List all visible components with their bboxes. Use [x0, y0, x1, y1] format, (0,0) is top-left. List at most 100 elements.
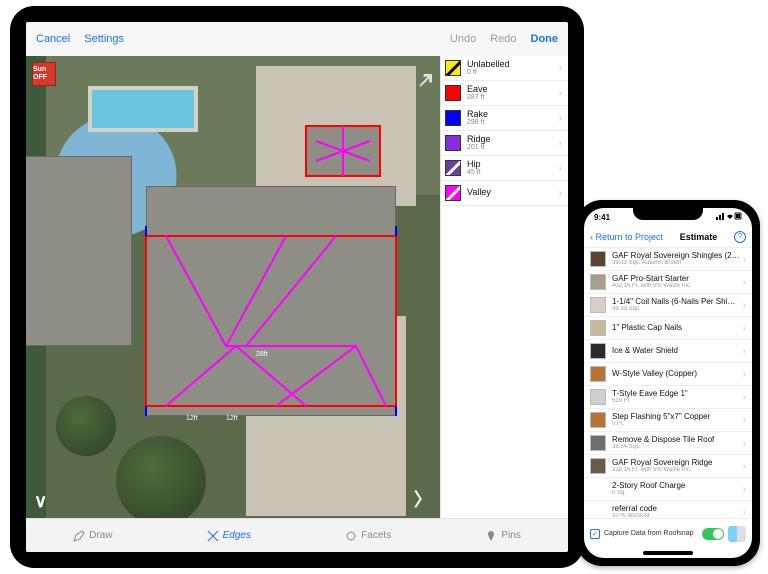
tool-draw-label: Draw: [89, 530, 112, 541]
estimate-sub: 519 Ft: [612, 398, 740, 404]
estimate-text: Remove & Dispose Tile Roof38.54 Sqs.: [612, 436, 740, 451]
estimate-row[interactable]: W-Style Valley (Copper)›: [584, 363, 752, 386]
estimate-row[interactable]: GAF Royal Sovereign Shingles (25yr)39.33…: [584, 248, 752, 271]
next-image-chevron[interactable]: 〉: [414, 486, 432, 512]
legend-text: Eave287 ft: [467, 85, 559, 102]
estimate-row[interactable]: Ice & Water Shield›: [584, 340, 752, 363]
estimate-row[interactable]: Remove & Dispose Tile Roof38.54 Sqs.›: [584, 432, 752, 455]
secondary-toggle[interactable]: [728, 526, 746, 542]
material-thumbnail: [590, 251, 606, 267]
estimate-name: 2-Story Roof Charge: [612, 482, 740, 490]
legend-row[interactable]: Ridge201 ft›: [441, 131, 568, 156]
svg-text:28ft: 28ft: [256, 351, 268, 358]
chevron-right-icon: ›: [559, 113, 562, 124]
chevron-right-icon: ›: [743, 277, 746, 288]
material-thumbnail: [590, 297, 606, 313]
estimate-name: referral code: [612, 505, 740, 513]
cancel-button[interactable]: Cancel: [36, 33, 70, 45]
status-time: 9:41: [594, 213, 610, 222]
estimate-row[interactable]: GAF Royal Sovereign Ridge318.15 Ft. with…: [584, 455, 752, 478]
estimate-text: referral code10 % discount: [612, 505, 740, 518]
chevron-right-icon: ›: [559, 63, 562, 74]
estimate-sub: 38.54 Sqs.: [612, 444, 740, 450]
chevron-right-icon: ›: [743, 254, 746, 265]
estimate-name: T-Style Eave Edge 1": [612, 390, 740, 398]
tool-pins-label: Pins: [501, 530, 520, 541]
aerial-map[interactable]: Sun OFF: [26, 56, 440, 518]
estimate-row[interactable]: T-Style Eave Edge 1"519 Ft›: [584, 386, 752, 409]
estimate-sub: 39.33 Sqs. Autumn Brown: [612, 260, 740, 266]
estimate-text: Step Flashing 5"x7" Copper0 Ft.: [612, 413, 740, 428]
chevron-right-icon: ›: [743, 346, 746, 357]
estimate-row[interactable]: 1" Plastic Cap Nails›: [584, 317, 752, 340]
estimate-sub: 402.15 Ft. with 5% Waste Inc.: [612, 283, 740, 289]
legend-name: Unlabelled: [467, 60, 559, 69]
settings-button[interactable]: Settings: [84, 33, 124, 45]
chevron-right-icon: ›: [743, 507, 746, 518]
estimate-row[interactable]: GAF Pro-Start Starter402.15 Ft. with 5% …: [584, 271, 752, 294]
tool-facets-label: Facets: [361, 530, 391, 541]
legend-row[interactable]: Hip45 ft›: [441, 156, 568, 181]
legend-swatch: [445, 160, 461, 176]
tool-edges[interactable]: Edges: [207, 530, 251, 542]
estimate-text: GAF Royal Sovereign Ridge318.15 Ft. with…: [612, 459, 740, 474]
estimate-sub: 0 Sq.: [612, 490, 740, 496]
facets-icon: [345, 530, 357, 542]
estimate-name: 1-1/4" Coil Nails (6-Nails Per Shingle): [612, 298, 740, 306]
status-icons: [716, 212, 742, 222]
chevron-right-icon: ›: [559, 88, 562, 99]
back-button[interactable]: ‹ Return to Project: [590, 232, 663, 242]
chevron-right-icon: ›: [559, 138, 562, 149]
tablet-tool-tabs: Draw Edges Facets Pins: [26, 518, 568, 552]
material-thumbnail: [590, 389, 606, 405]
legend-swatch: [445, 110, 461, 126]
legend-row[interactable]: Rake298 ft›: [441, 106, 568, 131]
phone-device: 9:41 ‹ Return to Project Estimate ? GAF …: [576, 200, 760, 566]
tool-edges-label: Edges: [223, 530, 251, 541]
pin-icon: [485, 530, 497, 542]
capture-toggle[interactable]: [702, 528, 724, 540]
redo-button[interactable]: Redo: [490, 33, 516, 45]
legend-text: Valley: [467, 188, 559, 197]
estimate-row[interactable]: referral code10 % discount›: [584, 501, 752, 518]
undo-button[interactable]: Undo: [450, 33, 476, 45]
estimate-text: 1-1/4" Coil Nails (6-Nails Per Shingle)3…: [612, 298, 740, 313]
legend-name: Rake: [467, 110, 559, 119]
legend-swatch: [445, 60, 461, 76]
estimate-text: T-Style Eave Edge 1"519 Ft: [612, 390, 740, 405]
phone-notch: [633, 208, 703, 220]
chevron-right-icon: ›: [743, 415, 746, 426]
legend-value: 287 ft: [467, 94, 559, 101]
legend-name: Valley: [467, 188, 559, 197]
prev-image-chevron[interactable]: ∨: [34, 491, 47, 512]
legend-text: Rake298 ft: [467, 110, 559, 127]
chevron-right-icon: ›: [559, 188, 562, 199]
tool-draw[interactable]: Draw: [73, 530, 112, 542]
done-button[interactable]: Done: [531, 33, 559, 45]
legend-row[interactable]: Valley›: [441, 181, 568, 206]
estimate-name: GAF Pro-Start Starter: [612, 275, 740, 283]
tablet-device: Cancel Settings Undo Redo Done Sun OFF: [10, 6, 584, 568]
legend-row[interactable]: Eave287 ft›: [441, 81, 568, 106]
estimate-sub: 318.15 Ft. with 5% Waste Inc.: [612, 467, 740, 473]
estimate-name: W-Style Valley (Copper): [612, 370, 740, 378]
legend-row[interactable]: Unlabelled0 ft›: [441, 56, 568, 81]
tablet-main: Sun OFF: [26, 56, 568, 518]
legend-value: 201 ft: [467, 144, 559, 151]
info-button[interactable]: ?: [734, 231, 746, 243]
estimate-row[interactable]: Step Flashing 5"x7" Copper0 Ft.›: [584, 409, 752, 432]
tool-facets[interactable]: Facets: [345, 530, 391, 542]
material-thumbnail: [590, 343, 606, 359]
estimate-list[interactable]: GAF Royal Sovereign Shingles (25yr)39.33…: [584, 248, 752, 518]
estimate-row[interactable]: 2-Story Roof Charge0 Sq.›: [584, 478, 752, 501]
tool-pins[interactable]: Pins: [485, 530, 520, 542]
legend-value: 45 ft: [467, 169, 559, 176]
capture-checkbox[interactable]: ✓: [590, 529, 600, 539]
home-indicator: [643, 551, 693, 555]
chevron-right-icon: ›: [743, 392, 746, 403]
chevron-right-icon: ›: [559, 163, 562, 174]
material-thumbnail: [590, 366, 606, 382]
estimate-text: GAF Pro-Start Starter402.15 Ft. with 5% …: [612, 275, 740, 290]
estimate-row[interactable]: 1-1/4" Coil Nails (6-Nails Per Shingle)3…: [584, 294, 752, 317]
chevron-right-icon: ›: [743, 461, 746, 472]
